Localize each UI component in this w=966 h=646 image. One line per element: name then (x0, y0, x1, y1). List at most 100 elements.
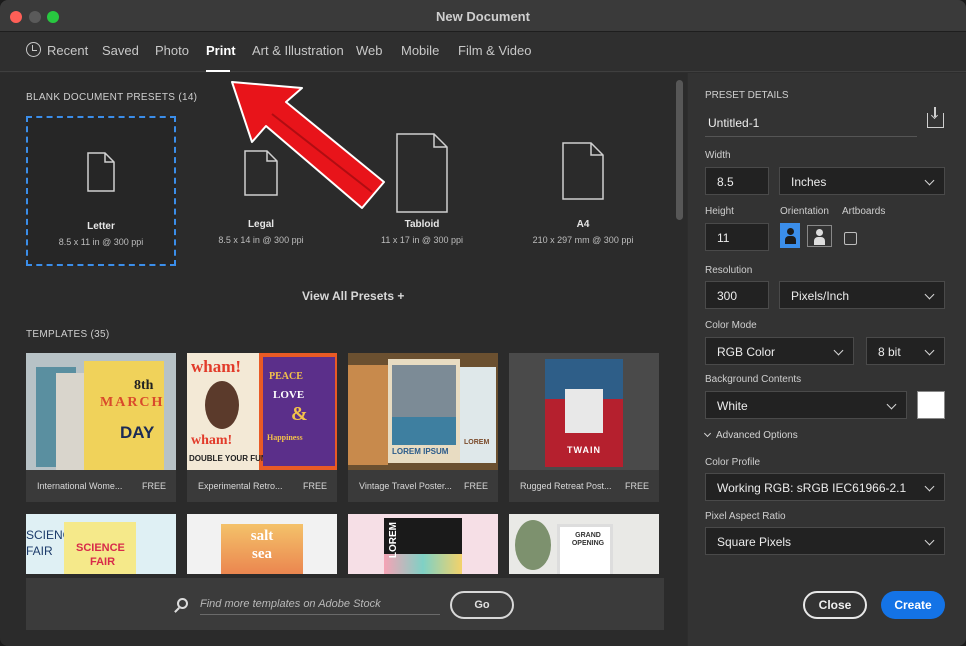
thumb-text: LOREM IPSUM (392, 447, 449, 456)
preset-a4[interactable]: A4 210 x 297 mm @ 300 ppi (508, 116, 658, 266)
tab-mobile[interactable]: Mobile (401, 43, 439, 58)
color-profile-select[interactable]: Working RGB: sRGB IEC61966-2.1 (705, 473, 945, 501)
preset-size: 210 x 297 mm @ 300 ppi (532, 235, 634, 245)
thumb-text: LOVE (273, 389, 305, 401)
document-name-field[interactable]: Untitled-1 (705, 109, 917, 137)
color-profile-value: Working RGB: sRGB IEC61966-2.1 (717, 481, 907, 495)
stock-search-input[interactable] (200, 593, 440, 615)
tab-recent[interactable]: Recent (47, 43, 88, 58)
create-button[interactable]: Create (881, 591, 945, 619)
go-button[interactable]: Go (450, 591, 514, 619)
new-document-dialog: New Document Recent Saved Photo Print Ar… (0, 0, 966, 646)
template-thumbnail: GRAND OPENING (509, 514, 659, 574)
preset-details-panel: PRESET DETAILS Untitled-1 Width 8.5 Inch… (688, 73, 966, 646)
landscape-orientation-button[interactable] (807, 225, 832, 247)
mountain-image (392, 365, 456, 417)
stock-search-bar: Go (26, 578, 664, 630)
template-card[interactable]: GRAND OPENING (509, 514, 659, 574)
thumb-text: wham! (191, 357, 242, 376)
window-title: New Document (436, 9, 530, 24)
template-card[interactable]: 8th MARCH DAY International Wome... FREE (26, 353, 176, 502)
template-card[interactable]: TWAIN Rugged Retreat Post... FREE (509, 353, 659, 502)
template-thumbnail: 8th MARCH DAY (26, 353, 176, 470)
template-card[interactable]: LOREM IPSUM LOREM Vintage Travel Poster.… (348, 353, 498, 502)
landscape-icon (816, 229, 823, 236)
width-label: Width (705, 150, 731, 161)
color-mode-label: Color Mode (705, 320, 757, 331)
preset-name: Legal (247, 219, 275, 230)
bit-depth-select[interactable]: 8 bit (866, 337, 945, 365)
height-label: Height (705, 206, 734, 217)
template-name: Vintage Travel Poster... (359, 481, 452, 491)
tab-web[interactable]: Web (356, 43, 383, 58)
thumb-text: PEACE (269, 371, 303, 382)
advanced-options-toggle[interactable]: Advanced Options (703, 429, 798, 441)
pixel-aspect-select[interactable]: Square Pixels (705, 527, 945, 555)
color-mode-value: RGB Color (717, 345, 776, 359)
template-card[interactable]: wham! wham! DOUBLE YOUR FUN PEACE LOVE &… (187, 353, 337, 502)
thumb-text: FAIR (26, 544, 53, 558)
resolution-input[interactable]: 300 (705, 281, 769, 309)
template-thumbnail: wham! wham! DOUBLE YOUR FUN PEACE LOVE &… (187, 353, 337, 470)
preset-size: 11 x 17 in @ 300 ppi (380, 235, 464, 245)
portrait-icon (787, 228, 794, 235)
artboards-checkbox[interactable] (844, 232, 857, 245)
template-card[interactable]: SCIENCE FAIR SCIENCE FAIR (26, 514, 176, 574)
bit-depth-value: 8 bit (878, 345, 901, 359)
annotation-arrow (231, 81, 385, 209)
thumb-text: salt (250, 528, 274, 544)
chevron-down-icon (924, 345, 935, 356)
width-unit-select[interactable]: Inches (779, 167, 945, 195)
preset-letter[interactable]: Letter 8.5 x 11 in @ 300 ppi (26, 116, 176, 266)
portrait-orientation-button[interactable] (780, 223, 800, 248)
template-price-tag: FREE (302, 481, 327, 491)
tab-photo[interactable]: Photo (155, 43, 189, 58)
background-color-swatch[interactable] (917, 391, 945, 419)
thumb-text: wham! (191, 433, 233, 448)
template-thumbnail: LOREM (348, 514, 498, 574)
presets-scrollbar[interactable] (676, 80, 683, 220)
document-icon (562, 142, 604, 200)
tab-saved[interactable]: Saved (102, 43, 139, 58)
template-card[interactable]: salt sea (187, 514, 337, 574)
pixel-aspect-value: Square Pixels (717, 535, 792, 549)
template-card[interactable]: LOREM (348, 514, 498, 574)
templates-heading: TEMPLATES (35) (26, 329, 110, 340)
template-name: Experimental Retro... (198, 481, 283, 491)
template-price-tag: FREE (141, 481, 166, 491)
resolution-label: Resolution (705, 265, 753, 276)
clock-icon (26, 42, 41, 57)
close-button[interactable]: Close (803, 591, 867, 619)
tab-art-illustration[interactable]: Art & Illustration (252, 43, 344, 58)
color-mode-select[interactable]: RGB Color (705, 337, 854, 365)
blank-presets-title: BLANK DOCUMENT PRESETS (26, 92, 176, 103)
templates-count: (35) (90, 329, 110, 340)
active-tab-indicator (206, 70, 230, 72)
background-select[interactable]: White (705, 391, 907, 419)
artboards-label: Artboards (842, 206, 886, 217)
document-icon (396, 133, 448, 213)
tab-film-video[interactable]: Film & Video (458, 43, 531, 58)
template-caption: Experimental Retro... FREE (187, 470, 337, 502)
template-thumbnail: TWAIN (509, 353, 659, 470)
background-value: White (717, 399, 748, 413)
thumb-text: sea (252, 546, 272, 562)
template-price-tag: FREE (624, 481, 649, 491)
templates-title: TEMPLATES (26, 329, 88, 340)
resolution-unit-select[interactable]: Pixels/Inch (779, 281, 945, 309)
preset-name: Tabloid (404, 219, 440, 230)
height-input[interactable]: 11 (705, 223, 769, 251)
thumb-text: LOREM (388, 522, 399, 559)
preset-name: A4 (576, 219, 590, 230)
template-name: Rugged Retreat Post... (520, 481, 612, 491)
blank-presets-heading: BLANK DOCUMENT PRESETS (14) (26, 92, 197, 103)
thumb-text: SCIENCE (76, 542, 125, 554)
tab-print[interactable]: Print (206, 43, 236, 58)
save-preset-icon[interactable] (927, 107, 944, 128)
template-caption: Rugged Retreat Post... FREE (509, 470, 659, 502)
width-input[interactable]: 8.5 (705, 167, 769, 195)
view-all-presets-link[interactable]: View All Presets + (302, 289, 404, 303)
template-thumbnail: LOREM IPSUM LOREM (348, 353, 498, 470)
pixel-aspect-label: Pixel Aspect Ratio (705, 511, 786, 522)
background-label: Background Contents (705, 374, 802, 385)
